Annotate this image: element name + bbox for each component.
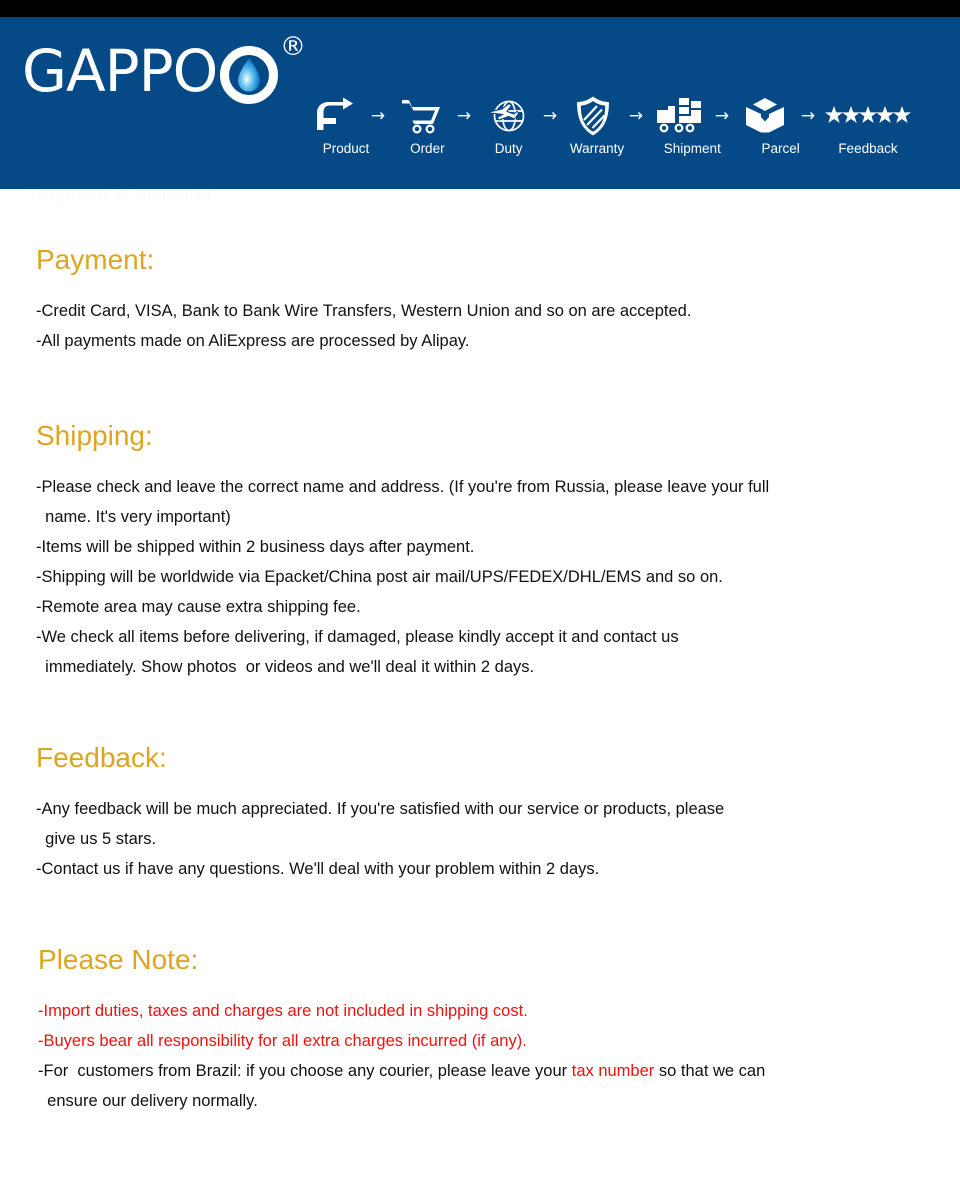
shipping-heading: Shipping:	[36, 420, 153, 451]
please-note-brazil-line: -For customers from Brazil: if you choos…	[38, 1056, 765, 1086]
five-stars-icon	[825, 106, 911, 123]
please-note-line-2: -Buyers bear all responsibility for all …	[38, 1032, 527, 1050]
flow-arrow-2: →	[456, 105, 472, 126]
flow-label-shipment: Shipment	[663, 141, 721, 156]
brazil-text-part2: so that we can	[654, 1062, 766, 1080]
flow-arrow-1: →	[370, 105, 386, 126]
globe-airplane-icon	[486, 100, 525, 132]
feedback-line-2: give us 5 stars.	[36, 830, 157, 848]
flow-arrow-4: →	[628, 105, 644, 126]
flow-arrow-3: →	[542, 105, 558, 126]
feedback-line-3: -Contact us if have any questions. We'll…	[36, 860, 600, 878]
please-note-brazil-continuation: ensure our delivery normally.	[38, 1092, 258, 1110]
flow-step-parcel	[739, 93, 791, 139]
shopping-cart-icon	[402, 100, 440, 134]
gappo-logo: GAPPO ®	[22, 34, 306, 124]
payment-heading: Payment:	[36, 244, 155, 275]
shipping-line-3: -Items will be shipped within 2 business…	[36, 538, 475, 556]
clipped-ghost-text: Payment & Shipping	[30, 189, 212, 203]
faucet-icon	[317, 97, 353, 130]
brand-banner: GAPPO ® → → → → → → Product Order Duty W…	[0, 17, 960, 189]
flow-step-warranty	[567, 93, 619, 139]
process-flow: → → → → → → Product Order Duty Warranty …	[305, 93, 915, 181]
feedback-lines: -Any feedback will be much appreciated. …	[36, 794, 724, 884]
section-feedback: Feedback: -Any feedback will be much app…	[36, 741, 724, 884]
delivery-truck-icon	[657, 98, 701, 133]
shipping-lines: -Please check and leave the correct name…	[36, 472, 769, 682]
please-note-heading: Please Note:	[38, 944, 199, 975]
flow-label-parcel: Parcel	[761, 141, 800, 156]
section-payment: Payment: -Credit Card, VISA, Bank to Ban…	[36, 243, 691, 356]
flow-step-product	[309, 93, 361, 139]
shield-icon	[577, 96, 609, 136]
shipping-line-7: immediately. Show photos or videos and w…	[36, 658, 535, 676]
open-box-icon	[746, 98, 784, 133]
flow-arrow-6: →	[800, 105, 816, 126]
shipping-line-5: -Remote area may cause extra shipping fe…	[36, 598, 361, 616]
flow-label-feedback: Feedback	[838, 141, 898, 156]
flow-step-duty	[481, 93, 533, 139]
process-flow-icons: → → → → → →	[305, 93, 915, 139]
payment-line-1: -Credit Card, VISA, Bank to Bank Wire Tr…	[36, 302, 692, 320]
flow-label-duty: Duty	[494, 141, 523, 156]
tax-number-highlight: tax number	[571, 1062, 655, 1080]
brazil-text-part1: -For customers from Brazil: if you choos…	[38, 1062, 572, 1080]
shipping-line-1: -Please check and leave the correct name…	[36, 478, 770, 496]
flow-label-order: Order	[410, 141, 445, 156]
section-please-note: Please Note: -Import duties, taxes and c…	[38, 943, 765, 1116]
water-drop-icon	[235, 58, 263, 92]
flow-label-product: Product	[322, 141, 370, 156]
brand-wordmark: GAPPO	[22, 37, 218, 105]
process-flow-labels: Product Order Duty Warranty Shipment Par…	[305, 141, 915, 156]
shipping-line-2: name. It's very important)	[36, 508, 231, 526]
registered-trademark-icon: ®	[280, 32, 306, 62]
please-note-lines: -Import duties, taxes and charges are no…	[38, 996, 765, 1116]
flow-arrow-5: →	[714, 105, 730, 126]
flow-step-order	[395, 93, 447, 139]
top-black-bar	[0, 0, 960, 17]
section-shipping: Shipping: -Please check and leave the co…	[36, 419, 769, 682]
flow-step-shipment	[653, 93, 705, 139]
payment-line-2: -All payments made on AliExpress are pro…	[36, 332, 470, 350]
payment-lines: -Credit Card, VISA, Bank to Bank Wire Tr…	[36, 296, 691, 356]
flow-step-feedback	[825, 93, 911, 139]
feedback-heading: Feedback:	[36, 742, 167, 773]
feedback-line-1: -Any feedback will be much appreciated. …	[36, 800, 725, 818]
flow-label-warranty: Warranty	[569, 141, 625, 156]
please-note-line-1: -Import duties, taxes and charges are no…	[38, 1002, 528, 1020]
shipping-line-4: -Shipping will be worldwide via Epacket/…	[36, 568, 723, 586]
shipping-line-6: -We check all items before delivering, i…	[36, 628, 679, 646]
